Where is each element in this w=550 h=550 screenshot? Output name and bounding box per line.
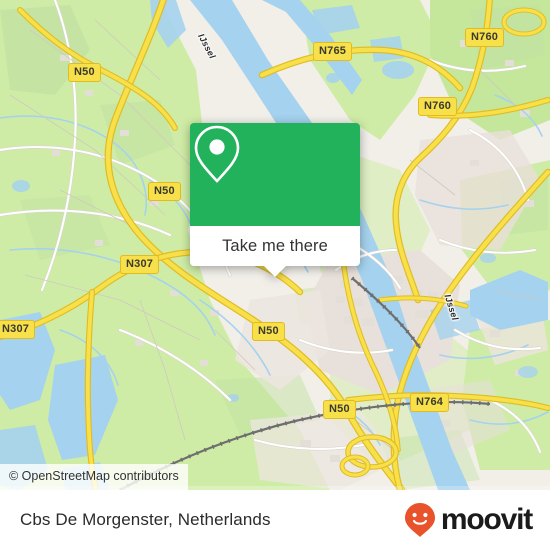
road-shield-n50-west: N50 <box>148 182 181 201</box>
osm-attribution[interactable]: © OpenStreetMap contributors <box>0 464 188 490</box>
map-canvas[interactable]: .land{fill:#f2efe9} .green{fill:#cfeca6}… <box>0 0 550 490</box>
road-shield-n765: N765 <box>313 42 353 61</box>
moovit-logo[interactable]: moovit <box>403 502 533 538</box>
road-shield-n764: N764 <box>410 393 450 412</box>
popup-icon-area <box>190 123 360 226</box>
place-title: Cbs De Morgenster, Netherlands <box>20 510 271 529</box>
road-shield-n760-ne: N760 <box>465 28 505 47</box>
road-shield-n307-mid: N307 <box>120 255 160 274</box>
popup-action-area[interactable]: Take me there <box>190 226 360 277</box>
take-me-there-label: Take me there <box>222 236 328 255</box>
map-pin-icon <box>194 125 240 183</box>
popup-tail <box>264 266 286 277</box>
footer-bar: Cbs De Morgenster, Netherlands moovit <box>0 490 550 550</box>
screenshot-root: .land{fill:#f2efe9} .green{fill:#cfeca6}… <box>0 0 550 550</box>
road-shield-n50-center: N50 <box>252 322 285 341</box>
road-shield-n50-south: N50 <box>323 400 356 419</box>
moovit-wordmark: moovit <box>440 503 533 536</box>
road-shield-n50-nw: N50 <box>68 63 101 82</box>
moovit-pin-smiley-icon <box>404 503 435 537</box>
road-shield-n307-west: N307 <box>0 320 36 339</box>
map-popup-card[interactable]: Take me there <box>190 123 360 277</box>
road-shield-n760-mid: N760 <box>418 97 458 116</box>
